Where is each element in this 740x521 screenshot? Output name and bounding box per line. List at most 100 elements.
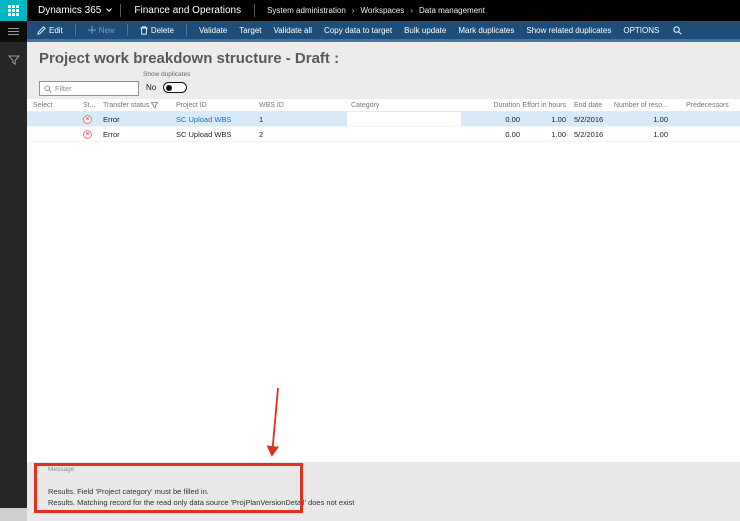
column-header-label: Effort in hours	[522, 101, 566, 109]
table-row[interactable]: × Error SC Upload WBS 2 0.00 1.00 5/2/2016 1.00	[27, 127, 740, 142]
cell-select	[27, 127, 79, 141]
toolbar-button-copy-data-to-target[interactable]: Copy data to target	[324, 26, 392, 35]
breadcrumb-item-data-management[interactable]: Data management	[419, 6, 485, 15]
column-header-project-id[interactable]: Project ID	[172, 99, 255, 111]
column-header-select[interactable]: Select	[27, 99, 79, 111]
cell-predecessors	[672, 127, 740, 141]
hamburger-menu-button[interactable]	[0, 21, 27, 42]
cell-number-of-resources: 1.00	[653, 129, 668, 139]
filter-funnel-icon[interactable]	[7, 53, 20, 508]
column-header-label: Predecessors	[686, 101, 729, 109]
grid-header-row: Select St... Transfer status Project ID WBS …	[27, 99, 740, 112]
toolbar-separator	[74, 24, 76, 36]
data-grid: Select St... Transfer status Project ID WBS …	[27, 99, 740, 142]
toolbar-button-bulk-update[interactable]: Bulk update	[404, 26, 446, 35]
toolbar-button-mark-duplicates[interactable]: Mark duplicates	[458, 26, 514, 35]
filter-box	[39, 81, 139, 96]
column-header-predecessors[interactable]: Predecessors	[672, 99, 740, 111]
main-content: Project work breakdown structure - Draft…	[27, 42, 740, 462]
toolbar-separator	[185, 24, 187, 36]
breadcrumb-item-system-administration[interactable]: System administration	[267, 6, 346, 15]
cell-status: ×	[79, 127, 99, 141]
cell-end-date: 5/2/2016	[574, 129, 604, 139]
chevron-down-icon	[106, 6, 113, 12]
page-title: Project work breakdown structure - Draft…	[39, 50, 340, 67]
show-duplicates-label: Show duplicates	[143, 71, 191, 78]
top-navigation-bar: Dynamics 365 Finance and Operations Syst…	[0, 0, 740, 21]
waffle-icon	[8, 5, 19, 16]
column-header-number-of-resources[interactable]: Number of reso...	[614, 99, 672, 111]
column-header-label: Number of reso...	[613, 101, 668, 109]
message-panel-label: Message	[48, 466, 75, 473]
cell-effort-in-hours: 1.00	[551, 129, 566, 139]
toolbar-button-label: Target	[239, 25, 262, 35]
pencil-icon	[37, 25, 46, 35]
left-sidebar	[0, 42, 27, 508]
breadcrumb-separator: ›	[410, 6, 414, 15]
column-header-status-icon[interactable]: St...	[79, 99, 99, 111]
cell-duration: 0.00	[505, 129, 520, 139]
trash-icon	[140, 25, 148, 35]
cell-project-id: SC Upload WBS	[172, 112, 255, 126]
toolbar-button-label: Validate all	[273, 25, 313, 35]
toolbar-button-label: Delete	[150, 25, 174, 35]
message-line: Results. Field 'Project category' must b…	[48, 487, 209, 496]
column-header-transfer-status[interactable]: Transfer status	[99, 99, 172, 111]
filter-input[interactable]	[55, 84, 134, 93]
action-pane-items: Edit New Delete Validate Target Validate all C…	[27, 21, 740, 42]
toolbar-button-new[interactable]: New	[87, 25, 115, 35]
project-id-link[interactable]: SC Upload WBS	[176, 115, 231, 124]
app-switcher[interactable]: Dynamics 365	[27, 5, 120, 16]
message-line: Results. Matching record for the read on…	[48, 498, 355, 507]
cell-wbs-id: 2	[259, 129, 264, 139]
action-pane: Edit New Delete Validate Target Validate all C…	[0, 21, 740, 42]
toolbar-button-label: Edit	[49, 25, 63, 35]
column-header-wbs-id[interactable]: WBS ID	[255, 99, 347, 111]
column-header-effort-in-hours[interactable]: Effort in hours	[522, 99, 570, 111]
toolbar-button-validate-all[interactable]: Validate all	[274, 26, 313, 35]
column-header-category[interactable]: Category	[347, 99, 461, 111]
cell-category	[347, 112, 461, 126]
toolbar-button-label: Mark duplicates	[458, 25, 515, 35]
column-header-duration[interactable]: Duration	[461, 99, 524, 111]
message-panel: Message Results. Field 'Project category…	[27, 462, 740, 521]
toolbar-button-show-related-duplicates[interactable]: Show related duplicates	[526, 26, 611, 35]
grid-body: × Error SC Upload WBS 1 0.00 1.00 5/2/2016 1.00…	[27, 112, 740, 142]
toolbar-buttons: Edit New Delete Validate Target Validate all C…	[37, 24, 659, 36]
column-header-label: End date	[574, 101, 603, 109]
breadcrumb-item-workspaces[interactable]: Workspaces	[360, 6, 404, 15]
cell-status: ×	[79, 112, 99, 126]
toolbar-button-label: Validate	[198, 25, 228, 35]
app-launcher-button[interactable]	[0, 0, 27, 21]
breadcrumb-separator: ›	[351, 6, 355, 15]
table-row[interactable]: × Error SC Upload WBS 1 0.00 1.00 5/2/2016 1.00	[27, 112, 740, 127]
toolbar-button-options[interactable]: OPTIONS	[623, 26, 659, 35]
cell-category	[347, 127, 461, 141]
column-header-label: Duration	[493, 101, 520, 109]
breadcrumb: System administration › Workspaces › Data ma…	[255, 6, 485, 15]
cell-transfer-status: Error	[99, 112, 172, 126]
search-icon[interactable]	[673, 25, 682, 35]
search-icon	[44, 80, 52, 98]
message-lines: Results. Field 'Project category' must b…	[48, 486, 354, 508]
toolbar-button-label: OPTIONS	[623, 25, 660, 35]
column-header-label: St...	[83, 101, 96, 109]
show-duplicates-toggle[interactable]	[163, 82, 187, 93]
app-window: Dynamics 365 Finance and Operations Syst…	[0, 0, 740, 521]
column-header-label: Select	[33, 101, 53, 109]
toolbar-button-edit[interactable]: Edit	[37, 26, 63, 35]
toolbar-button-validate[interactable]: Validate	[199, 26, 227, 35]
toolbar-button-target[interactable]: Target	[239, 26, 261, 35]
filter-icon	[151, 101, 159, 109]
project-id-link[interactable]: SC Upload WBS	[176, 130, 231, 139]
toolbar-button-label: Copy data to target	[324, 25, 393, 35]
column-header-label: Transfer status	[103, 101, 150, 109]
toolbar-button-delete[interactable]: Delete	[140, 26, 174, 35]
error-icon: ×	[83, 114, 92, 124]
toolbar-button-label: New	[98, 25, 115, 35]
app-name-label: Dynamics 365	[38, 5, 102, 16]
product-name[interactable]: Finance and Operations	[121, 5, 254, 16]
error-icon: ×	[83, 129, 92, 139]
column-header-label: Project ID	[176, 101, 207, 109]
sidebar-footer-corner	[0, 508, 27, 521]
